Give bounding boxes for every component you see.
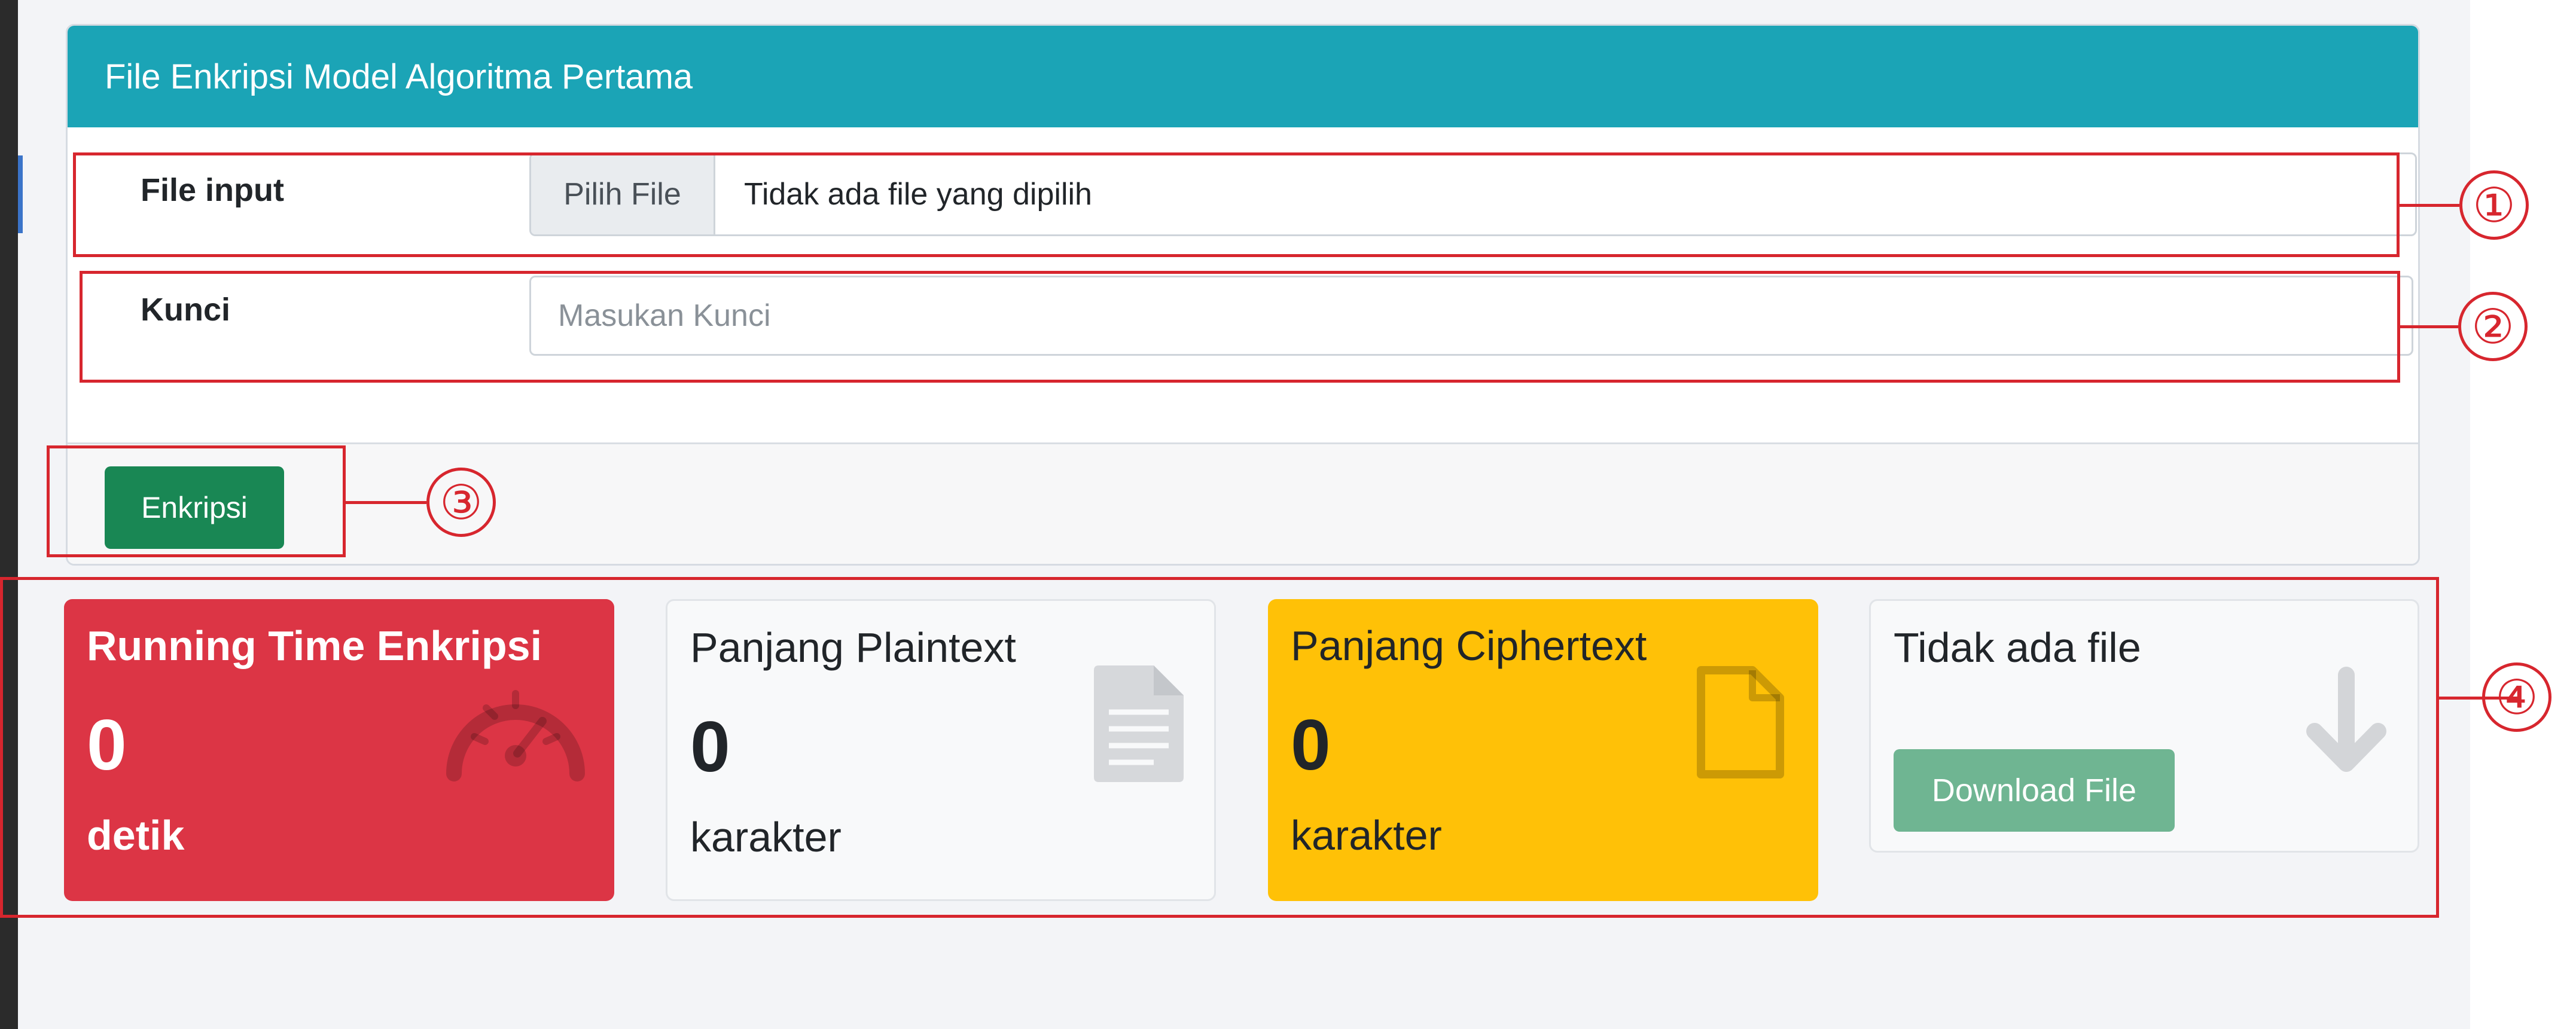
running-time-card: Running Time Enkripsi 0 detik	[64, 599, 614, 901]
page-right-margin	[2470, 0, 2576, 1029]
file-text-icon	[1094, 665, 1184, 782]
card-title: File Enkripsi Model Algoritma Pertama	[105, 57, 693, 96]
running-time-value: 0	[87, 705, 127, 785]
file-outline-icon	[1697, 666, 1784, 778]
download-file-button[interactable]: Download File	[1894, 749, 2175, 832]
annotation-connector-2	[2400, 325, 2458, 328]
key-input[interactable]	[529, 276, 2413, 356]
ciphertext-length-unit: karakter	[1291, 812, 1442, 859]
plaintext-length-card: Panjang Plaintext 0 karakter	[666, 599, 1216, 901]
sidebar-edge-accent	[18, 155, 23, 233]
file-input-row: File input Pilih File Tidak ada file yan…	[103, 145, 2417, 236]
key-input-label: Kunci	[141, 292, 231, 328]
arrow-down-icon	[2306, 667, 2386, 772]
encrypt-button[interactable]: Enkripsi	[105, 466, 284, 549]
annotation-connector-3	[346, 501, 426, 504]
annotation-marker-1: ①	[2459, 170, 2529, 240]
download-card: Tidak ada file Download File	[1869, 599, 2419, 853]
plaintext-length-title: Panjang Plaintext	[690, 624, 1016, 671]
download-card-title: Tidak ada file	[1894, 624, 2141, 671]
running-time-unit: detik	[87, 812, 185, 859]
annotation-marker-2: ②	[2458, 292, 2528, 361]
ciphertext-length-value: 0	[1291, 705, 1331, 785]
card-body: File input Pilih File Tidak ada file yan…	[68, 127, 2418, 442]
card-header: File Enkripsi Model Algoritma Pertama	[68, 26, 2418, 127]
file-input-label: File input	[141, 172, 284, 208]
plaintext-length-value: 0	[690, 707, 730, 787]
annotation-marker-3: ③	[426, 468, 496, 537]
file-status-text: Tidak ada file yang dipilih	[744, 177, 1092, 212]
annotation-connector-1	[2400, 204, 2459, 207]
annotation-marker-4: ④	[2482, 662, 2551, 732]
window-left-edge	[0, 0, 18, 1029]
plaintext-length-unit: karakter	[690, 814, 842, 860]
ciphertext-length-card: Panjang Ciphertext 0 karakter	[1268, 599, 1818, 901]
choose-file-button[interactable]: Pilih File	[531, 154, 715, 234]
key-input-row: Kunci	[103, 265, 2413, 356]
file-input-control[interactable]: Pilih File Tidak ada file yang dipilih	[529, 152, 2417, 236]
speedometer-icon	[446, 690, 585, 781]
ciphertext-length-title: Panjang Ciphertext	[1291, 622, 1647, 669]
encryption-form-card: File Enkripsi Model Algoritma Pertama Fi…	[66, 24, 2420, 566]
